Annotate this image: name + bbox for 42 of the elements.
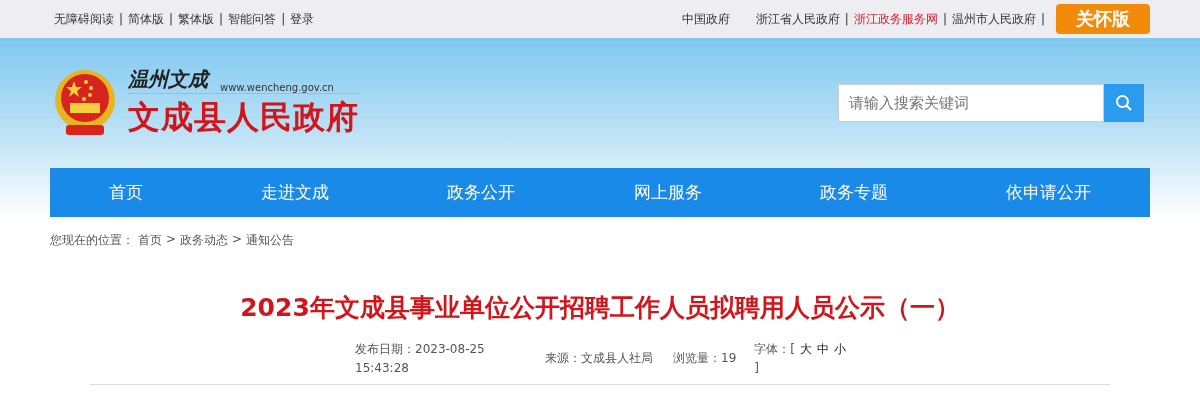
site-name: 文成县人民政府: [128, 93, 359, 140]
font-size-link[interactable]: 小: [833, 340, 846, 359]
nav-item[interactable]: 政务公开: [447, 181, 516, 204]
nav-item[interactable]: 政务专题: [819, 181, 888, 204]
top-link[interactable]: 温州市人民政府: [951, 10, 1036, 28]
nav-item[interactable]: 首页: [109, 181, 144, 204]
article-source: 来源：文成县人社局: [545, 350, 653, 367]
nav-item[interactable]: 走进文成: [261, 181, 330, 204]
bracket: ]: [754, 360, 759, 377]
site-url: www.wencheng.gov.cn: [220, 82, 334, 93]
publish-date: 发布日期：2023-08-25 15:43:28: [355, 341, 486, 377]
breadcrumb-link[interactable]: 通知公告: [246, 232, 295, 249]
breadcrumb-label: 您现在的位置：: [50, 232, 134, 249]
separator: |: [942, 12, 947, 26]
breadcrumb-link[interactable]: 政务动态: [180, 232, 229, 249]
top-link[interactable]: 浙江政务服务网: [853, 10, 938, 28]
separator: |: [219, 12, 224, 26]
font-size-link[interactable]: 中: [816, 340, 829, 359]
font-size-link[interactable]: 大: [799, 340, 812, 359]
top-link[interactable]: 浙江省人民政府: [755, 10, 840, 28]
top-link[interactable]: 繁体版: [178, 10, 215, 28]
search-field[interactable]: 请输入搜索关键词: [838, 84, 1104, 122]
view-count: 浏览量：19: [673, 350, 737, 367]
separator: |: [1040, 12, 1045, 26]
separator: |: [281, 12, 286, 26]
top-link[interactable]: 中国政府: [681, 10, 730, 28]
breadcrumb-link[interactable]: 首页: [138, 232, 162, 249]
nav-item[interactable]: 网上服务: [633, 181, 702, 204]
top-link[interactable]: 智能问答: [228, 10, 277, 28]
breadcrumb-separator: >: [232, 232, 243, 248]
top-link[interactable]: 无障碍阅读: [54, 10, 114, 28]
separator: |: [119, 12, 124, 26]
font-size-label: 字体：[: [754, 341, 795, 358]
top-link[interactable]: 简体版: [128, 10, 165, 28]
search-button[interactable]: [1104, 84, 1144, 122]
article-title: 2023年文成县事业单位公开招聘工作人员拟聘用人员公示（一）: [239, 292, 961, 324]
breadcrumb-separator: >: [166, 232, 177, 248]
nav-item[interactable]: 依申请公开: [1005, 181, 1091, 204]
separator: |: [844, 12, 849, 26]
top-link[interactable]: 登录: [290, 10, 315, 28]
separator: |: [169, 12, 174, 26]
search-icon: [1115, 94, 1133, 112]
